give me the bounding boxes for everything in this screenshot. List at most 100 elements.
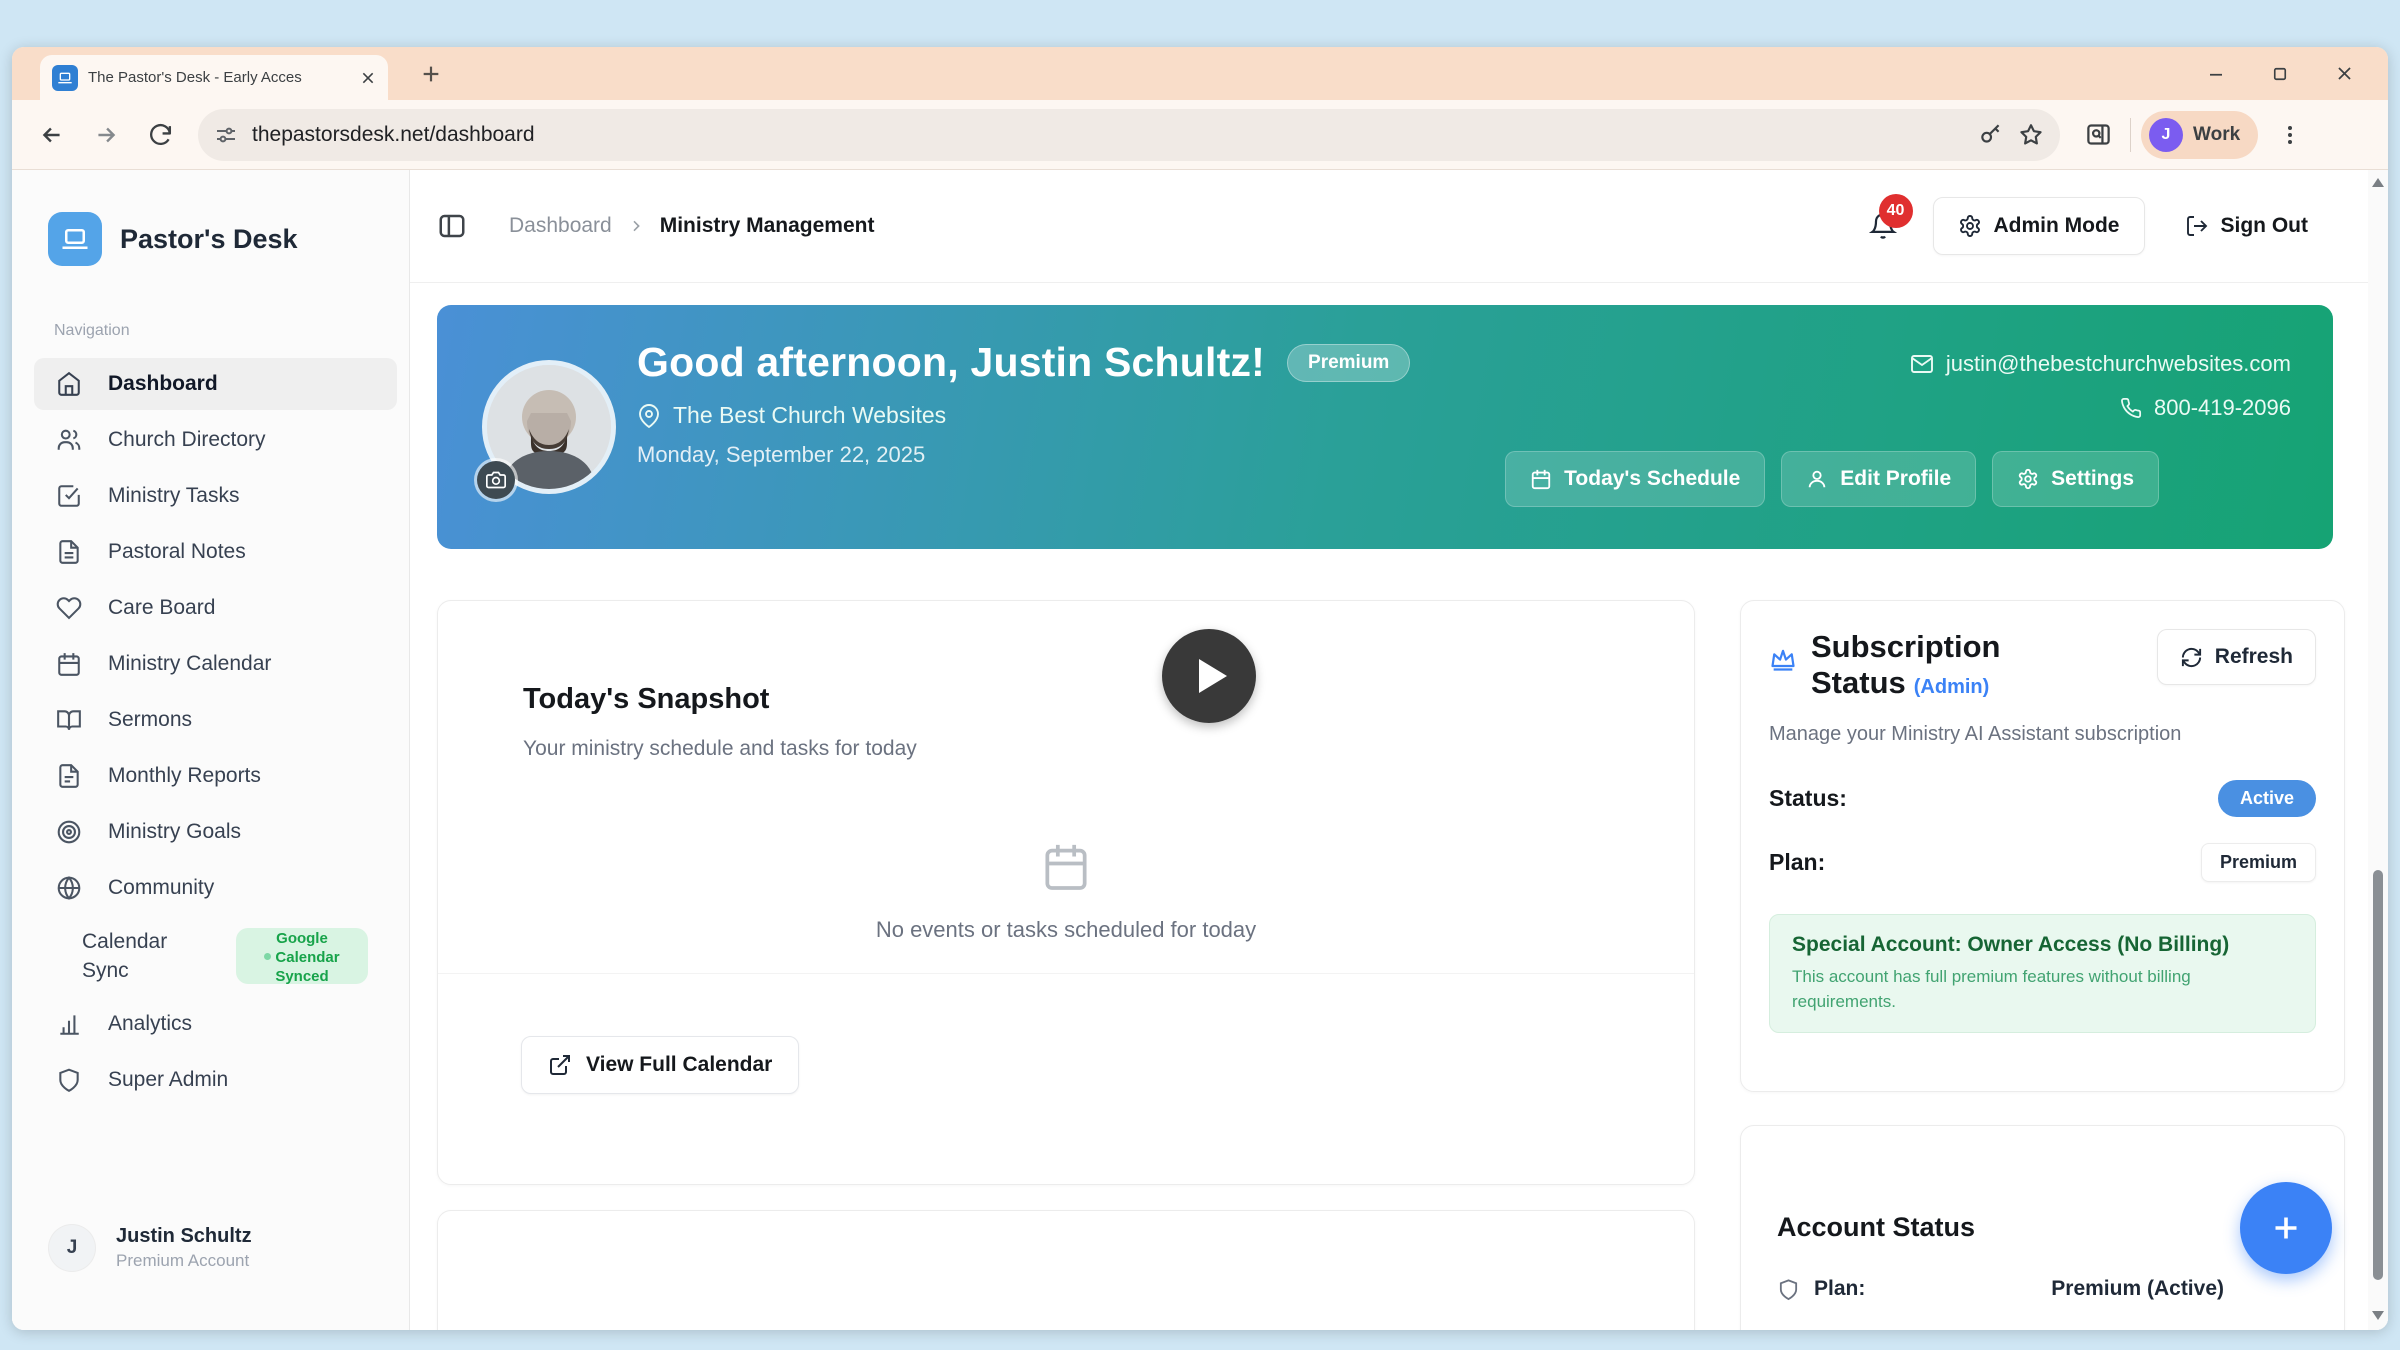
user-avatar: J xyxy=(48,1224,96,1272)
contact-email[interactable]: justin@thebestchurchwebsites.com xyxy=(1910,351,2291,377)
sidebar-item-ministry-tasks[interactable]: Ministry Tasks xyxy=(34,470,397,522)
sidebar-item-community[interactable]: Community xyxy=(34,862,397,914)
calendar-icon xyxy=(56,651,82,677)
reload-icon[interactable] xyxy=(138,113,182,157)
tab-close-icon[interactable] xyxy=(360,70,376,86)
gear-icon xyxy=(2017,468,2039,490)
contact-phone[interactable]: 800-419-2096 xyxy=(1910,395,2291,421)
scroll-up-arrow[interactable] xyxy=(2372,178,2384,187)
user-name: Justin Schultz xyxy=(116,1225,252,1248)
video-play-button[interactable] xyxy=(1162,629,1256,723)
breadcrumb-root[interactable]: Dashboard xyxy=(509,214,612,238)
premium-badge: Premium xyxy=(1287,344,1410,382)
admin-mode-button[interactable]: Admin Mode xyxy=(1933,197,2145,255)
browser-tab-strip: The Pastor's Desk - Early Acces xyxy=(12,47,2388,100)
url-text[interactable]: thepastorsdesk.net/dashboard xyxy=(252,123,1964,147)
calendar-icon xyxy=(1530,468,1552,490)
scroll-down-arrow[interactable] xyxy=(2372,1311,2384,1320)
plan-label: Plan: xyxy=(1769,849,1825,876)
forward-icon[interactable] xyxy=(84,113,128,157)
target-icon xyxy=(56,819,82,845)
browser-tab[interactable]: The Pastor's Desk - Early Acces xyxy=(40,55,388,100)
main-content: Dashboard Ministry Management 40 Admin M… xyxy=(410,170,2388,1330)
play-icon xyxy=(1199,659,1227,693)
view-full-calendar-button[interactable]: View Full Calendar xyxy=(521,1036,799,1094)
page-scrollbar[interactable] xyxy=(2368,170,2388,1330)
add-fab-button[interactable] xyxy=(2240,1182,2332,1274)
profile-avatar: J xyxy=(2149,118,2183,152)
special-account-title: Special Account: Owner Access (No Billin… xyxy=(1792,933,2293,957)
edit-profile-button[interactable]: Edit Profile xyxy=(1781,451,1976,507)
gear-icon xyxy=(1958,214,1982,238)
special-account-body: This account has full premium features w… xyxy=(1792,965,2232,1014)
sidebar-item-ministry-goals[interactable]: Ministry Goals xyxy=(34,806,397,858)
refresh-button[interactable]: Refresh xyxy=(2157,629,2316,685)
log-out-icon xyxy=(2185,214,2209,238)
crown-icon xyxy=(1769,645,1797,673)
new-tab-icon[interactable] xyxy=(420,63,442,85)
sidebar-nav: Dashboard Church Directory Ministry Task… xyxy=(34,358,397,1110)
sidebar-user[interactable]: J Justin Schultz Premium Account xyxy=(48,1224,252,1272)
scrollbar-thumb[interactable] xyxy=(2373,870,2383,1280)
shield-icon xyxy=(1777,1278,1800,1301)
location-pin-icon xyxy=(637,404,661,428)
sidebar-item-calendar-sync[interactable]: Calendar Sync Google Calendar Synced xyxy=(34,918,397,994)
person-icon xyxy=(1806,468,1828,490)
maximize-icon[interactable] xyxy=(2248,47,2312,100)
sidebar-item-church-directory[interactable]: Church Directory xyxy=(34,414,397,466)
status-active-badge: Active xyxy=(2218,780,2316,817)
snapshot-empty-text: No events or tasks scheduled for today xyxy=(438,917,1694,943)
tab-favicon xyxy=(52,65,78,91)
minimize-icon[interactable] xyxy=(2184,47,2248,100)
check-square-icon xyxy=(56,483,82,509)
subscription-subtitle: Manage your Ministry AI Assistant subscr… xyxy=(1769,723,2316,746)
breadcrumb-current: Ministry Management xyxy=(660,214,875,238)
profile-name: Work xyxy=(2193,124,2240,146)
browser-window: The Pastor's Desk - Early Acces thepasto… xyxy=(12,47,2388,1330)
notifications-button[interactable]: 40 xyxy=(1863,206,1903,246)
sidebar-toggle-icon[interactable] xyxy=(437,211,467,241)
subscription-title: Subscription Status(Admin) xyxy=(1811,629,2000,705)
tab-title: The Pastor's Desk - Early Acces xyxy=(88,69,350,86)
hero-banner: Good afternoon, Justin Schultz! Premium … xyxy=(437,305,2333,549)
current-date: Monday, September 22, 2025 xyxy=(637,442,1410,468)
sidebar-item-super-admin[interactable]: Super Admin xyxy=(34,1054,397,1106)
laptop-logo-icon xyxy=(48,212,102,266)
settings-button[interactable]: Settings xyxy=(1992,451,2159,507)
snapshot-title: Today's Snapshot xyxy=(523,683,769,716)
user-plan: Premium Account xyxy=(116,1251,252,1271)
todays-snapshot-card: Today's Snapshot Your ministry schedule … xyxy=(437,600,1695,1185)
app-logo[interactable]: Pastor's Desk xyxy=(48,212,298,266)
sidebar: Pastor's Desk Navigation Dashboard Churc… xyxy=(12,170,410,1330)
bookmark-star-icon[interactable] xyxy=(2018,122,2044,148)
empty-calendar-icon xyxy=(1038,839,1094,895)
account-status-title: Account Status xyxy=(1777,1212,2308,1243)
address-bar[interactable]: thepastorsdesk.net/dashboard xyxy=(198,109,2060,161)
close-window-icon[interactable] xyxy=(2312,47,2376,100)
external-link-icon xyxy=(548,1053,572,1077)
sidebar-item-care-board[interactable]: Care Board xyxy=(34,582,397,634)
sidebar-item-pastoral-notes[interactable]: Pastoral Notes xyxy=(34,526,397,578)
admin-tag: (Admin) xyxy=(1914,676,1990,698)
todays-schedule-button[interactable]: Today's Schedule xyxy=(1505,451,1765,507)
side-panel-search-icon[interactable] xyxy=(2076,113,2120,157)
heart-icon xyxy=(56,595,82,621)
back-icon[interactable] xyxy=(30,113,74,157)
sidebar-item-dashboard[interactable]: Dashboard xyxy=(34,358,397,410)
sidebar-item-ministry-calendar[interactable]: Ministry Calendar xyxy=(34,638,397,690)
sign-out-button[interactable]: Sign Out xyxy=(2175,197,2319,255)
sidebar-item-analytics[interactable]: Analytics xyxy=(34,998,397,1050)
browser-toolbar: thepastorsdesk.net/dashboard J Work xyxy=(12,100,2388,170)
page-header: Dashboard Ministry Management 40 Admin M… xyxy=(410,170,2388,283)
password-key-icon[interactable] xyxy=(1978,122,2004,148)
site-settings-icon[interactable] xyxy=(214,123,238,147)
sidebar-item-sermons[interactable]: Sermons xyxy=(34,694,397,746)
change-photo-camera-icon[interactable] xyxy=(477,461,515,499)
browser-profile-button[interactable]: J Work xyxy=(2141,111,2258,159)
browser-menu-icon[interactable] xyxy=(2268,113,2312,157)
subscription-status-card: Subscription Status(Admin) Refresh Manag… xyxy=(1740,600,2345,1092)
shield-icon xyxy=(56,1067,82,1093)
sidebar-item-monthly-reports[interactable]: Monthly Reports xyxy=(34,750,397,802)
notification-count-badge: 40 xyxy=(1879,194,1913,228)
divider xyxy=(438,973,1694,974)
